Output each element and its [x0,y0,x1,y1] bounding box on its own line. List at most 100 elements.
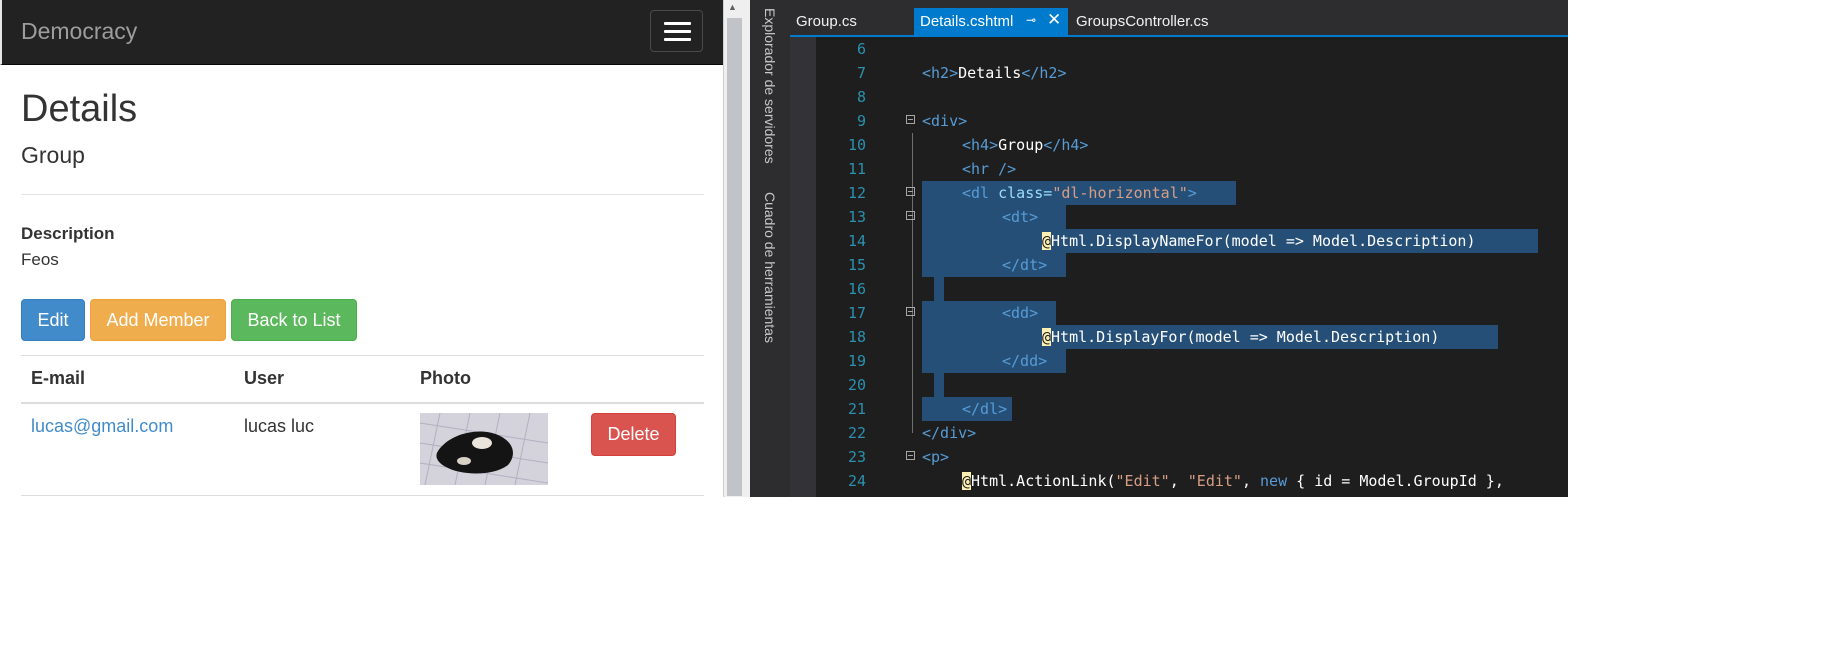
line-number: 17 [847,304,866,322]
scrollbar-thumb[interactable] [727,18,742,496]
line-number: 11 [847,160,866,178]
column-header-email: E-mail [31,368,86,388]
line-number: 16 [847,280,866,298]
code-line: 20 [790,373,1568,397]
tab-group-cs[interactable]: Group.cs [790,8,914,35]
column-header-user: User [244,368,285,388]
vertical-scrollbar[interactable]: ▲ [723,0,750,497]
code-text: <hr /> [962,160,1017,178]
edit-button[interactable]: Edit [21,299,85,341]
code-line: 12 <dl class="dl-horizontal"> [790,181,1568,205]
pin-icon[interactable]: ⊸ [1026,13,1036,27]
navbar-brand[interactable]: Democracy [21,18,137,45]
code-text: <p> [922,448,950,466]
line-number: 7 [856,64,866,82]
table-header-divider [21,402,704,404]
line-number: 20 [847,376,866,394]
code-line: 10 <h4>Group</h4> [790,133,1568,157]
browser-viewport: Democracy Details Group Description Feos… [0,0,723,497]
tab-details-cshtml[interactable]: Details.cshtml ⊸ ✕ [914,8,1068,35]
page-title: Details [21,88,138,130]
line-number: 8 [856,88,866,106]
column-header-photo: Photo [420,368,471,388]
code-line: 7 <h2>Details</h2> [790,61,1568,85]
line-number: 19 [847,352,866,370]
line-number: 9 [856,112,866,130]
code-text: </dd> [1002,352,1048,370]
line-number: 14 [847,232,866,250]
line-number: 23 [847,448,866,466]
code-text: </div> [922,424,977,442]
code-line: 8 [790,85,1568,109]
add-member-button[interactable]: Add Member [90,299,226,341]
code-text: @Html.DisplayFor(model => Model.Descript… [1042,328,1440,346]
table-divider [21,495,704,496]
code-text: <dd> [1002,304,1039,322]
description-value: Feos [21,250,59,269]
tab-label: Group.cs [796,13,857,30]
hamburger-icon [664,22,691,25]
collapse-icon[interactable] [906,115,915,124]
member-user: lucas luc [244,416,315,436]
collapse-icon[interactable] [906,307,915,316]
tab-label: GroupsController.cs [1076,13,1209,30]
code-text: </dt> [1002,256,1048,274]
code-text: </dl> [962,400,1008,418]
code-text: <dt> [1002,208,1039,226]
code-line: 6 [790,37,1568,61]
code-line: 14 @Html.DisplayNameFor(model => Model.D… [790,229,1568,253]
tab-label: Details.cshtml [920,13,1014,30]
code-text: <h2>Details</h2> [922,64,1067,82]
member-email-link[interactable]: lucas@gmail.com [31,416,173,437]
code-line: 18 @Html.DisplayFor(model => Model.Descr… [790,325,1568,349]
line-number: 22 [847,424,866,442]
table-divider [21,355,704,356]
toolbox-tab[interactable]: Cuadro de herramientas [762,192,778,343]
description-label: Description [21,224,115,243]
code-text: <h4>Group</h4> [962,136,1089,154]
code-line: 19 </dd> [790,349,1568,373]
line-number: 10 [847,136,866,154]
collapse-icon[interactable] [906,451,915,460]
code-line: 22 </div> [790,421,1568,445]
close-icon[interactable]: ✕ [1047,10,1061,30]
line-number: 21 [847,400,866,418]
code-line: 13 <dt> [790,205,1568,229]
code-text: @Html.DisplayNameFor(model => Model.Desc… [1042,232,1476,250]
code-line: 17 <dd> [790,301,1568,325]
collapse-icon[interactable] [906,211,915,220]
ide-window: Explorador de servidores Cuadro de herra… [750,0,1568,497]
code-line: 24 @Html.ActionLink("Edit", "Edit", new … [790,469,1568,493]
divider [21,194,704,195]
document-tabs: Group.cs Details.cshtml ⊸ ✕ GroupsContro… [790,8,1568,35]
server-explorer-tab[interactable]: Explorador de servidores [762,8,778,164]
code-text: <dl class="dl-horizontal"> [962,184,1197,202]
line-number: 12 [847,184,866,202]
page-subtitle: Group [21,142,85,168]
code-line: 15 </dt> [790,253,1568,277]
scroll-up-icon[interactable]: ▲ [728,2,737,12]
menu-toggle-button[interactable] [650,10,703,52]
code-line: 16 [790,277,1568,301]
tab-groups-controller[interactable]: GroupsController.cs [1070,8,1270,35]
navbar: Democracy [0,0,723,65]
line-number: 6 [856,40,866,58]
member-photo [420,413,548,485]
code-editor[interactable]: 6 7 <h2>Details</h2> 8 9 <div> 10 <h4>Gr… [790,37,1568,497]
code-line: 9 <div> [790,109,1568,133]
code-text: <div> [922,112,968,130]
line-number: 18 [847,328,866,346]
code-line: 21 </dl> [790,397,1568,421]
code-text: @Html.ActionLink("Edit", "Edit", new { i… [962,472,1504,490]
line-number: 13 [847,208,866,226]
code-line: 23 <p> [790,445,1568,469]
line-number: 15 [847,256,866,274]
code-line: 11 <hr /> [790,157,1568,181]
hamburger-icon [664,38,691,41]
hamburger-icon [664,30,691,33]
collapse-icon[interactable] [906,187,915,196]
back-to-list-button[interactable]: Back to List [231,299,357,341]
delete-button[interactable]: Delete [591,413,676,456]
line-number: 24 [847,472,866,490]
side-tool-tabs: Explorador de servidores Cuadro de herra… [750,0,790,497]
